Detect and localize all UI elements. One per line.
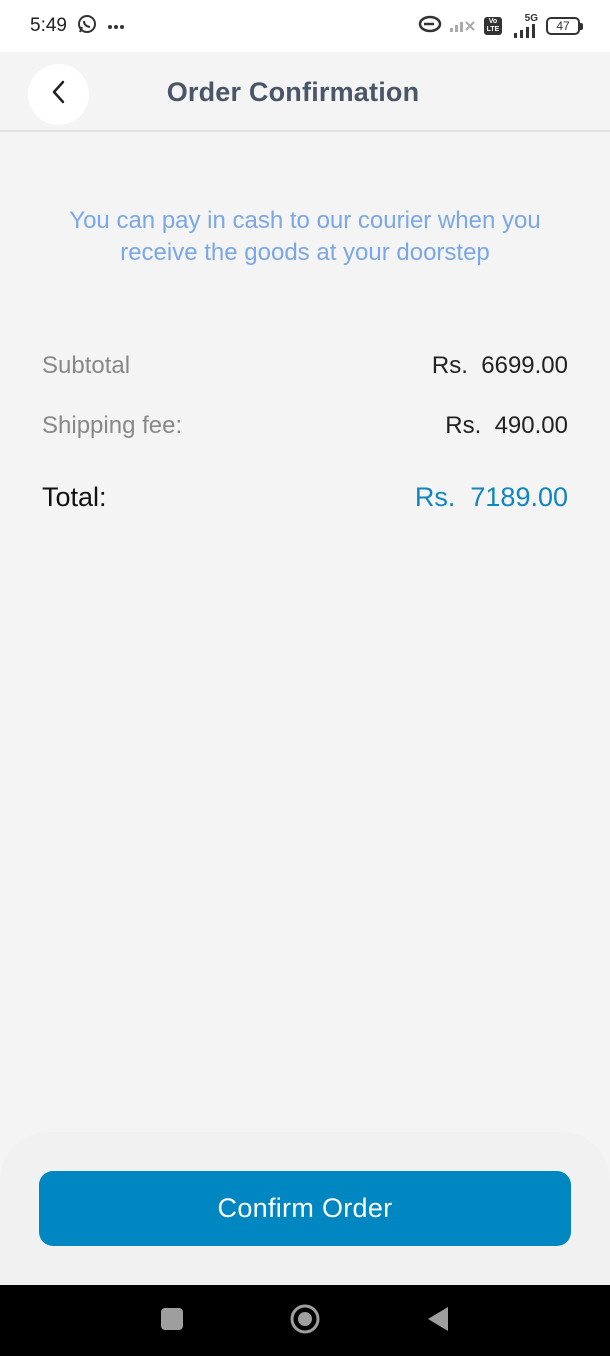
more-dots-icon	[107, 17, 125, 35]
header: Order Confirmation	[0, 52, 610, 132]
status-bar: 5:49 Vo LTE 5G 47	[0, 0, 610, 52]
volte-bottom: LTE	[486, 26, 500, 33]
back-button[interactable]	[28, 64, 89, 125]
back-triangle-icon	[427, 1306, 449, 1337]
status-left: 5:49	[30, 14, 125, 39]
total-label: Total:	[42, 482, 107, 512]
wifi-calling-signal-icon	[450, 16, 476, 37]
home-button[interactable]	[289, 1303, 321, 1340]
system-back-button[interactable]	[422, 1305, 454, 1337]
link-icon	[418, 15, 442, 38]
battery-level: 47	[556, 19, 570, 33]
shipping-label: Shipping fee:	[42, 412, 183, 439]
subtotal-label: Subtotal	[42, 352, 131, 379]
recent-apps-button[interactable]	[156, 1305, 188, 1337]
battery-icon: 47	[546, 17, 583, 35]
chevron-left-icon	[49, 79, 69, 110]
total-value: Rs. 7189.00	[414, 482, 568, 512]
shipping-value: Rs. 490.00	[445, 412, 568, 439]
signal-icon: 5G	[510, 14, 538, 38]
total-row: Total: Rs. 7189.00	[42, 482, 568, 513]
volte-icon: Vo LTE	[484, 17, 502, 35]
network-type: 5G	[524, 13, 538, 24]
recent-apps-icon	[161, 1307, 183, 1335]
subtotal-value: Rs. 6699.00	[431, 352, 568, 379]
shipping-row: Shipping fee: Rs. 490.00	[42, 412, 568, 440]
whatsapp-icon	[77, 14, 97, 39]
volte-top: Vo	[488, 18, 498, 25]
home-icon	[289, 1303, 321, 1340]
status-time: 5:49	[30, 15, 67, 36]
confirm-order-button[interactable]: Confirm Order	[39, 1171, 571, 1246]
status-right: Vo LTE 5G 47	[418, 14, 583, 38]
cash-on-delivery-message: You can pay in cash to our courier when …	[69, 207, 541, 266]
system-nav-bar	[0, 1285, 610, 1356]
subtotal-row: Subtotal Rs. 6699.00	[42, 352, 568, 380]
